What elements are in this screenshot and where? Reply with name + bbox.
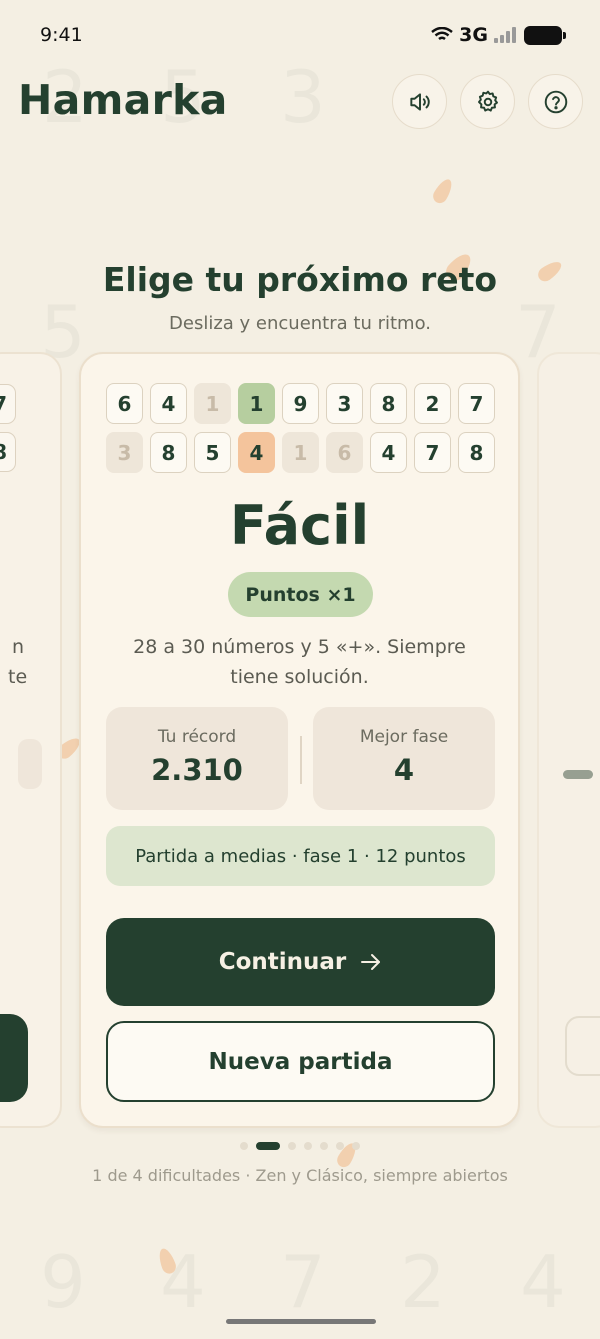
difficulty-description: 28 a 30 números y 5 «+». Siempre tiene s… [133,636,466,688]
new-game-button[interactable]: Nueva partida [106,1021,495,1102]
best-phase-label: Mejor fase [359,727,449,747]
status-icons: 3G [431,24,566,46]
gear-icon [477,90,498,112]
wifi-icon [431,27,453,41]
stat-box [18,739,42,789]
number-tile: 8 [458,432,495,473]
number-tile: 2 [414,383,451,424]
number-tile: 4 [238,432,275,473]
record-stat: Tu récord 2.310 [106,707,288,810]
record-value: 2.310 [151,753,243,787]
number-tile: 3 [326,383,363,424]
pager-dot[interactable] [352,1142,360,1150]
number-tile: 8 [370,383,407,424]
record-label: Tu récord [157,727,237,747]
continue-button[interactable] [0,1014,28,1102]
background-digit: 4 [520,1240,566,1324]
help-button[interactable] [528,74,583,129]
number-tile: 7 [458,383,495,424]
description-fragment: n [12,636,25,658]
background-digit: 2 [400,1240,446,1324]
status-time: 9:41 [40,24,83,46]
signal-icon [494,27,516,43]
page-headline: Elige tu próximo reto [102,260,498,299]
difficulty-footer-note: 1 de 4 dificultades · Zen y Clásico, sie… [92,1166,508,1185]
pager-dot-active[interactable] [256,1142,280,1150]
leaf-decoration [430,176,456,206]
number-tile: 4 [150,383,187,424]
sound-button[interactable] [392,74,447,129]
number-tile-grid: 641193827385416478 [106,383,495,473]
progress-indicator [563,770,593,779]
question-icon [544,90,567,113]
number-tile: 1 [238,383,275,424]
pager-dot[interactable] [304,1142,312,1150]
app-title: Hamarka [18,76,228,124]
battery-icon [524,25,566,45]
difficulty-card: 641193827385416478 Fácil Puntos ×1 28 a … [79,352,520,1128]
home-indicator[interactable] [226,1319,376,1324]
new-game-button[interactable] [565,1016,600,1076]
number-tile: 6 [106,383,143,424]
number-tile: 1 [194,383,231,424]
difficulty-title: Fácil [229,494,370,557]
number-tile: 5 [194,432,231,473]
next-difficulty-card[interactable] [537,352,600,1128]
background-digit: 9 [40,1240,86,1324]
continue-label: Continuar [218,949,347,975]
network-type: 3G [459,24,488,46]
previous-difficulty-card[interactable]: 7 8 n te [0,352,62,1128]
number-tile: 8 [0,432,16,472]
number-tile: 4 [370,432,407,473]
settings-button[interactable] [460,74,515,129]
saved-game-banner: Partida a medias · fase 1 · 12 puntos [106,826,495,886]
points-multiplier-badge: Puntos ×1 [228,572,373,617]
pager-dot[interactable] [320,1142,328,1150]
status-bar: 9:41 3G [0,0,600,70]
stat-divider [300,736,302,784]
background-digit: 7 [280,1240,326,1324]
speaker-icon [409,92,430,111]
number-tile: 3 [106,432,143,473]
description-fragment: te [8,666,28,688]
arrow-right-icon [361,954,381,970]
carousel-pager[interactable] [0,1142,600,1150]
continue-button[interactable]: Continuar [106,918,495,1006]
number-tile: 1 [282,432,319,473]
pager-dot[interactable] [240,1142,248,1150]
best-phase-value: 4 [393,753,415,787]
pager-dot[interactable] [288,1142,296,1150]
number-tile: 7 [414,432,451,473]
number-tile: 7 [0,384,16,424]
page-subheadline: Desliza y encuentra tu ritmo. [169,313,431,334]
number-tile: 9 [282,383,319,424]
pager-dot[interactable] [336,1142,344,1150]
number-tile: 8 [150,432,187,473]
best-phase-stat: Mejor fase 4 [313,707,495,810]
number-tile: 6 [326,432,363,473]
